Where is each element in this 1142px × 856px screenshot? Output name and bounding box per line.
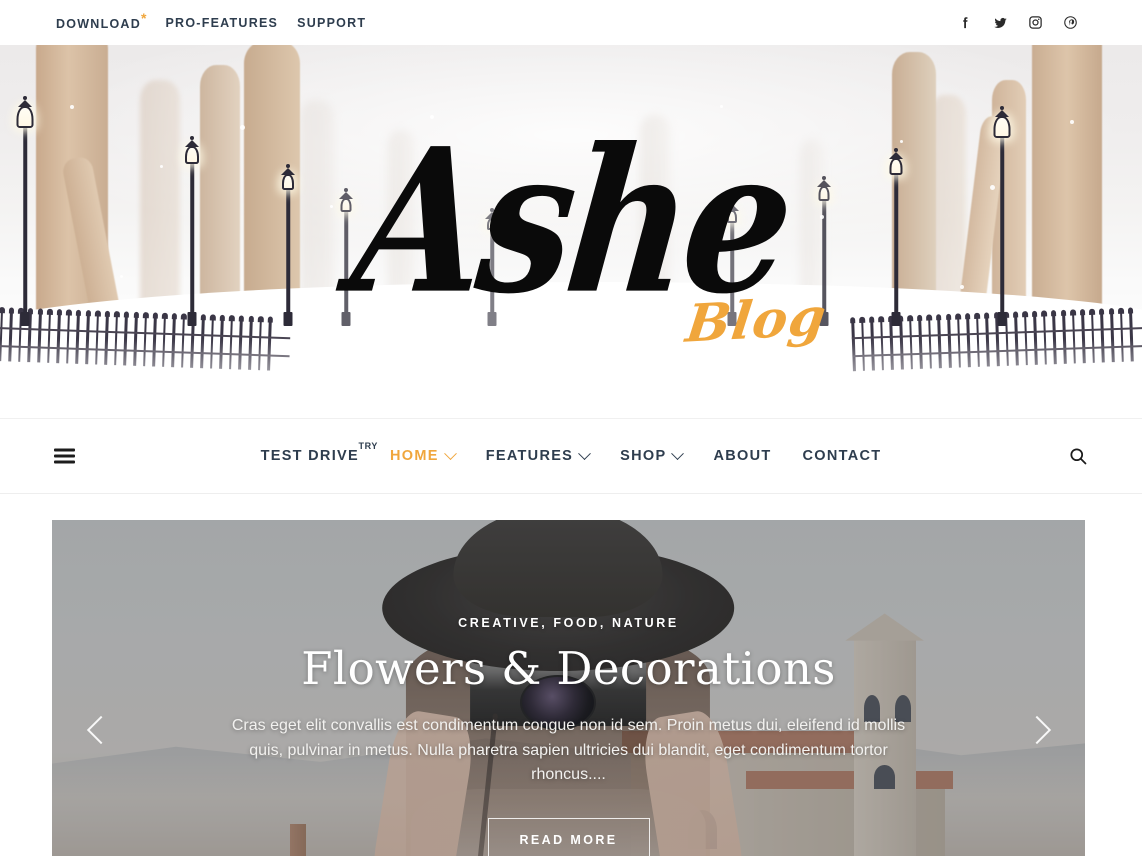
featured-slider: CREATIVE, FOOD, NATURE Flowers & Decorat… bbox=[0, 494, 1142, 856]
chevron-down-icon bbox=[671, 446, 685, 460]
read-more-button[interactable]: READ MORE bbox=[487, 818, 650, 856]
nav-item-home[interactable]: HOME bbox=[389, 446, 457, 464]
slide-category[interactable]: CREATIVE, FOOD, NATURE bbox=[458, 616, 679, 630]
hero-tree bbox=[200, 65, 240, 330]
topbar-link-download[interactable]: DOWNLOAD* bbox=[56, 10, 146, 31]
hero-tree bbox=[1032, 45, 1102, 330]
site-header-hero: Ashe Blog bbox=[0, 45, 1142, 418]
chevron-down-icon bbox=[443, 446, 457, 460]
hamburger-icon[interactable] bbox=[54, 448, 75, 464]
nav-item-features[interactable]: FEATURES bbox=[485, 446, 592, 464]
chevron-right-icon[interactable] bbox=[1017, 708, 1061, 752]
pinterest-icon[interactable] bbox=[1063, 15, 1078, 30]
chevron-down-icon bbox=[578, 446, 592, 460]
site-logo-text[interactable]: Ashe bbox=[344, 104, 799, 338]
social-links bbox=[958, 15, 1122, 30]
topbar-link-support[interactable]: SUPPORT bbox=[297, 16, 366, 30]
nav-item-about[interactable]: ABOUT bbox=[713, 448, 771, 464]
top-bar-links: DOWNLOAD* PRO-FEATURES SUPPORT bbox=[56, 10, 366, 31]
slide-content: CREATIVE, FOOD, NATURE Flowers & Decorat… bbox=[52, 520, 1085, 856]
main-navigation: TEST DRIVE TRY HOME FEATURES SHOP ABOUT … bbox=[0, 418, 1142, 494]
slide: CREATIVE, FOOD, NATURE Flowers & Decorat… bbox=[52, 520, 1085, 856]
chevron-left-icon[interactable] bbox=[76, 708, 120, 752]
slide-excerpt: Cras eget elit convallis est condimentum… bbox=[231, 717, 906, 783]
topbar-link-download-label: DOWNLOAD bbox=[56, 16, 141, 31]
new-star-icon: * bbox=[141, 9, 147, 26]
hero-bottom-fade bbox=[0, 338, 1142, 418]
nav-item-contact[interactable]: CONTACT bbox=[803, 448, 882, 464]
twitter-icon[interactable] bbox=[993, 15, 1008, 30]
nav-item-test-drive[interactable]: TEST DRIVE TRY bbox=[260, 441, 378, 464]
slide-title[interactable]: Flowers & Decorations bbox=[301, 643, 836, 694]
nav-menu: TEST DRIVE TRY HOME FEATURES SHOP ABOUT … bbox=[260, 441, 882, 464]
search-icon[interactable] bbox=[1068, 446, 1088, 466]
nav-item-test-drive-label: TEST DRIVE bbox=[260, 448, 359, 464]
nav-item-features-label: FEATURES bbox=[485, 448, 574, 464]
hero-tree bbox=[140, 80, 180, 330]
nav-item-shop[interactable]: SHOP bbox=[620, 446, 685, 464]
facebook-icon[interactable] bbox=[958, 15, 973, 30]
nav-item-home-label: HOME bbox=[389, 448, 439, 464]
nav-item-shop-label: SHOP bbox=[620, 448, 667, 464]
topbar-link-pro-features[interactable]: PRO-FEATURES bbox=[165, 16, 278, 30]
nav-item-test-drive-sup: TRY bbox=[358, 441, 378, 451]
top-bar: DOWNLOAD* PRO-FEATURES SUPPORT bbox=[0, 0, 1142, 45]
instagram-icon[interactable] bbox=[1028, 15, 1043, 30]
